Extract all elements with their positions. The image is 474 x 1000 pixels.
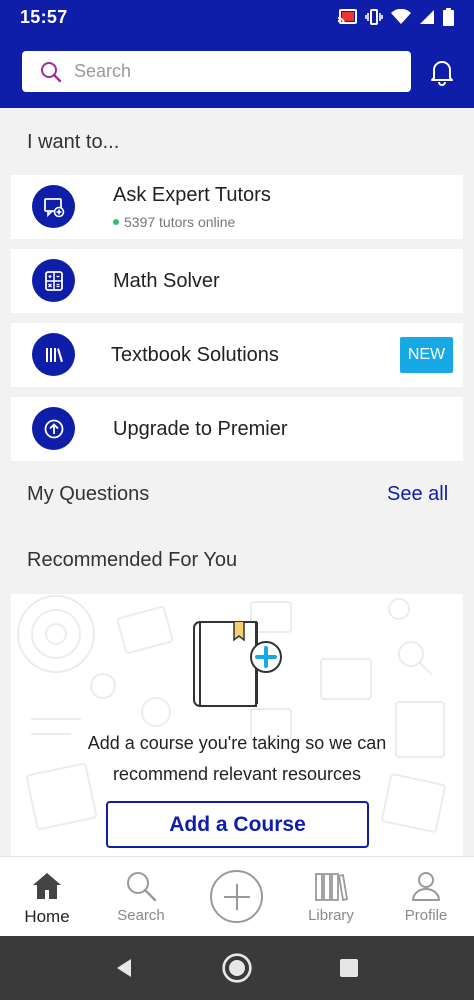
cast-icon (337, 9, 357, 25)
textbook-solutions-card[interactable]: Textbook Solutions NEW (11, 323, 463, 387)
profile-icon (412, 872, 440, 901)
books-icon (32, 333, 75, 376)
ask-expert-tutors-label: Ask Expert Tutors (113, 184, 271, 206)
online-dot (113, 219, 119, 225)
status-icons (337, 8, 454, 26)
upgrade-premier-label: Upgrade to Premier (113, 418, 288, 440)
nav-home[interactable]: Home (2, 857, 92, 937)
nav-library-label: Library (308, 907, 354, 924)
math-solver-label: Math Solver (113, 270, 220, 292)
back-triangle-icon (117, 959, 131, 977)
add-course-button[interactable]: Add a Course (106, 801, 369, 848)
recents-square-icon (340, 959, 358, 977)
search-placeholder: Search (74, 61, 132, 81)
search-icon (127, 872, 157, 902)
home-system-button[interactable] (221, 952, 253, 984)
system-navigation-bar (0, 936, 474, 1000)
chat-tutor-icon (32, 185, 75, 228)
nav-search[interactable]: Search (96, 857, 186, 937)
upgrade-arrow-icon (32, 407, 75, 450)
nav-profile[interactable]: Profile (381, 857, 471, 937)
signal-icon (420, 10, 434, 24)
tutors-online-text: 5397 tutors online (124, 214, 236, 230)
add-plus-icon (223, 883, 250, 910)
nav-search-label: Search (117, 907, 165, 924)
nav-library[interactable]: Library (286, 857, 376, 937)
home-circle-icon (222, 953, 252, 983)
search-icon (41, 61, 62, 82)
nav-home-label: Home (24, 907, 70, 926)
ask-expert-tutors-card[interactable]: Ask Expert Tutors 5397 tutors online (11, 175, 463, 239)
bottom-navigation: Home Search Library Profile (0, 856, 474, 936)
upgrade-premier-card[interactable]: Upgrade to Premier (11, 397, 463, 461)
see-all-link[interactable]: See all (387, 483, 448, 506)
wifi-icon (391, 9, 411, 24)
tutors-online-status: 5397 tutors online (113, 214, 235, 230)
status-time: 15:57 (20, 6, 68, 27)
search-input[interactable]: Search (22, 51, 411, 92)
new-badge: NEW (400, 337, 453, 373)
textbook-solutions-label: Textbook Solutions (111, 344, 279, 366)
app-header: Search (0, 34, 474, 108)
recommend-message-line1: Add a course you're taking so we can (87, 733, 387, 753)
add-plus-button[interactable] (210, 870, 263, 923)
battery-icon (443, 8, 454, 26)
library-icon (315, 873, 348, 902)
bell-icon (431, 61, 453, 86)
calculator-icon (32, 259, 75, 302)
back-button[interactable] (108, 952, 140, 984)
status-bar: 15:57 (0, 0, 474, 34)
recommended-card: Add a course you're taking so we can rec… (11, 594, 463, 856)
math-solver-card[interactable]: Math Solver (11, 249, 463, 313)
i-want-to-heading: I want to... (27, 131, 120, 153)
recommend-message-line2: recommend relevant resources (112, 764, 362, 784)
recommended-heading: Recommended For You (27, 549, 238, 571)
nav-profile-label: Profile (404, 907, 448, 924)
home-icon (33, 873, 61, 899)
my-questions-heading: My Questions (27, 483, 150, 505)
vibrate-icon (365, 9, 383, 25)
notifications-button[interactable] (426, 56, 458, 88)
book-plus-illustration (193, 621, 282, 707)
recommend-message: Add a course you're taking so we can rec… (11, 728, 463, 790)
recents-button[interactable] (333, 952, 365, 984)
